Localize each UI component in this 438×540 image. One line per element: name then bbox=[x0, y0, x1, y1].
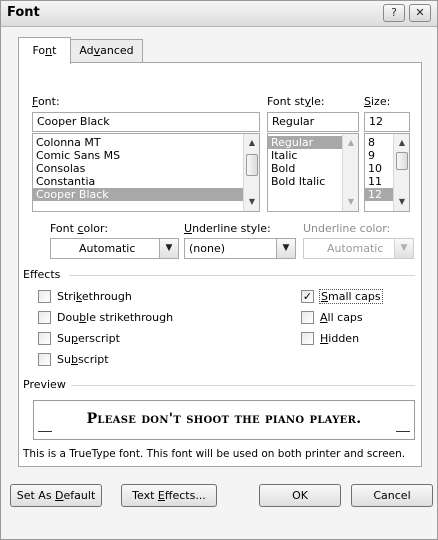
list-item[interactable]: Consolas bbox=[33, 162, 259, 175]
tab-advanced[interactable]: Advanced bbox=[70, 39, 143, 63]
font-style-list[interactable]: Regular Italic Bold Bold Italic ▲ ▼ bbox=[267, 133, 359, 212]
underline-style-dropdown[interactable]: (none) ▼ bbox=[184, 238, 296, 259]
dialog-title: Font bbox=[7, 5, 40, 20]
scroll-down-arrow-icon[interactable]: ▼ bbox=[394, 195, 409, 209]
scroll-up-arrow-icon[interactable]: ▲ bbox=[244, 136, 259, 150]
checkbox-box[interactable] bbox=[301, 332, 314, 345]
close-button[interactable]: ✕ bbox=[409, 4, 431, 22]
scroll-down-arrow-icon[interactable]: ▼ bbox=[244, 195, 259, 209]
font-style-scrollbar[interactable]: ▲ ▼ bbox=[342, 134, 358, 211]
font-list[interactable]: Colonna MT Comic Sans MS Consolas Constanti… bbox=[32, 133, 260, 212]
effects-divider bbox=[69, 275, 415, 276]
font-list-items: Colonna MT Comic Sans MS Consolas Constanti… bbox=[33, 134, 259, 201]
font-color-label: Font color: bbox=[50, 222, 109, 235]
list-item[interactable]: Colonna MT bbox=[33, 136, 259, 149]
scroll-up-arrow-icon[interactable]: ▲ bbox=[394, 136, 409, 150]
font-list-scrollbar[interactable]: ▲ ▼ bbox=[243, 134, 259, 211]
list-item[interactable]: Comic Sans MS bbox=[33, 149, 259, 162]
ok-button[interactable]: OK bbox=[259, 484, 341, 507]
effects-heading: Effects bbox=[23, 268, 61, 281]
font-size-scrollbar[interactable]: ▲ ▼ bbox=[393, 134, 409, 211]
font-size-label: Size: bbox=[364, 95, 391, 108]
list-item[interactable]: Cooper Black bbox=[33, 188, 259, 201]
font-name-input[interactable]: Cooper Black bbox=[32, 112, 260, 132]
dropdown-arrow-icon: ▼ bbox=[394, 239, 413, 258]
cancel-button[interactable]: Cancel bbox=[351, 484, 433, 507]
title-bar[interactable]: Font ? ✕ bbox=[1, 1, 437, 27]
scroll-thumb[interactable] bbox=[246, 154, 258, 176]
preview-box: Please don't shoot the piano player. bbox=[33, 400, 415, 440]
font-tab-panel: Font: Cooper Black Colonna MT Comic Sans … bbox=[18, 62, 422, 467]
font-dialog: Font ? ✕ Advanced Font Font: Cooper Blac… bbox=[0, 0, 438, 540]
checkbox-box[interactable] bbox=[38, 290, 51, 303]
underline-color-label: Underline color: bbox=[303, 222, 391, 235]
dropdown-arrow-icon[interactable]: ▼ bbox=[276, 239, 295, 258]
list-item[interactable]: Constantia bbox=[33, 175, 259, 188]
underline-color-dropdown: Automatic ▼ bbox=[303, 238, 414, 259]
underline-style-label: Underline style: bbox=[184, 222, 271, 235]
tab-font[interactable]: Font bbox=[18, 37, 71, 64]
scroll-thumb[interactable] bbox=[396, 152, 408, 170]
scroll-down-arrow-icon[interactable]: ▼ bbox=[343, 195, 358, 209]
baseline-mark bbox=[396, 431, 410, 432]
text-effects-button[interactable]: Text Effects... bbox=[121, 484, 217, 507]
help-button[interactable]: ? bbox=[383, 4, 405, 22]
help-icon: ? bbox=[391, 6, 397, 19]
font-size-list[interactable]: 8 9 10 11 12 ▲ ▼ bbox=[364, 133, 410, 212]
checkbox-box[interactable] bbox=[301, 311, 314, 324]
font-style-input[interactable]: Regular bbox=[267, 112, 359, 132]
font-label: Font: bbox=[32, 95, 60, 108]
set-as-default-button[interactable]: Set As Default bbox=[10, 484, 102, 507]
close-icon: ✕ bbox=[415, 6, 425, 19]
font-color-dropdown[interactable]: Automatic ▼ bbox=[50, 238, 179, 259]
font-style-label: Font style: bbox=[267, 95, 325, 108]
dropdown-arrow-icon[interactable]: ▼ bbox=[159, 239, 178, 258]
preview-heading: Preview bbox=[23, 378, 66, 391]
check-icon[interactable]: ✓ bbox=[301, 290, 314, 303]
preview-sample-text: Please don't shoot the piano player. bbox=[86, 411, 362, 427]
scroll-up-arrow-icon[interactable]: ▲ bbox=[343, 136, 358, 150]
checkbox-box[interactable] bbox=[38, 311, 51, 324]
font-size-input[interactable]: 12 bbox=[364, 112, 410, 132]
checkbox-box[interactable] bbox=[38, 353, 51, 366]
checkbox-box[interactable] bbox=[38, 332, 51, 345]
font-type-note: This is a TrueType font. This font will … bbox=[23, 448, 406, 460]
baseline-mark bbox=[38, 431, 52, 432]
preview-divider bbox=[71, 385, 415, 386]
